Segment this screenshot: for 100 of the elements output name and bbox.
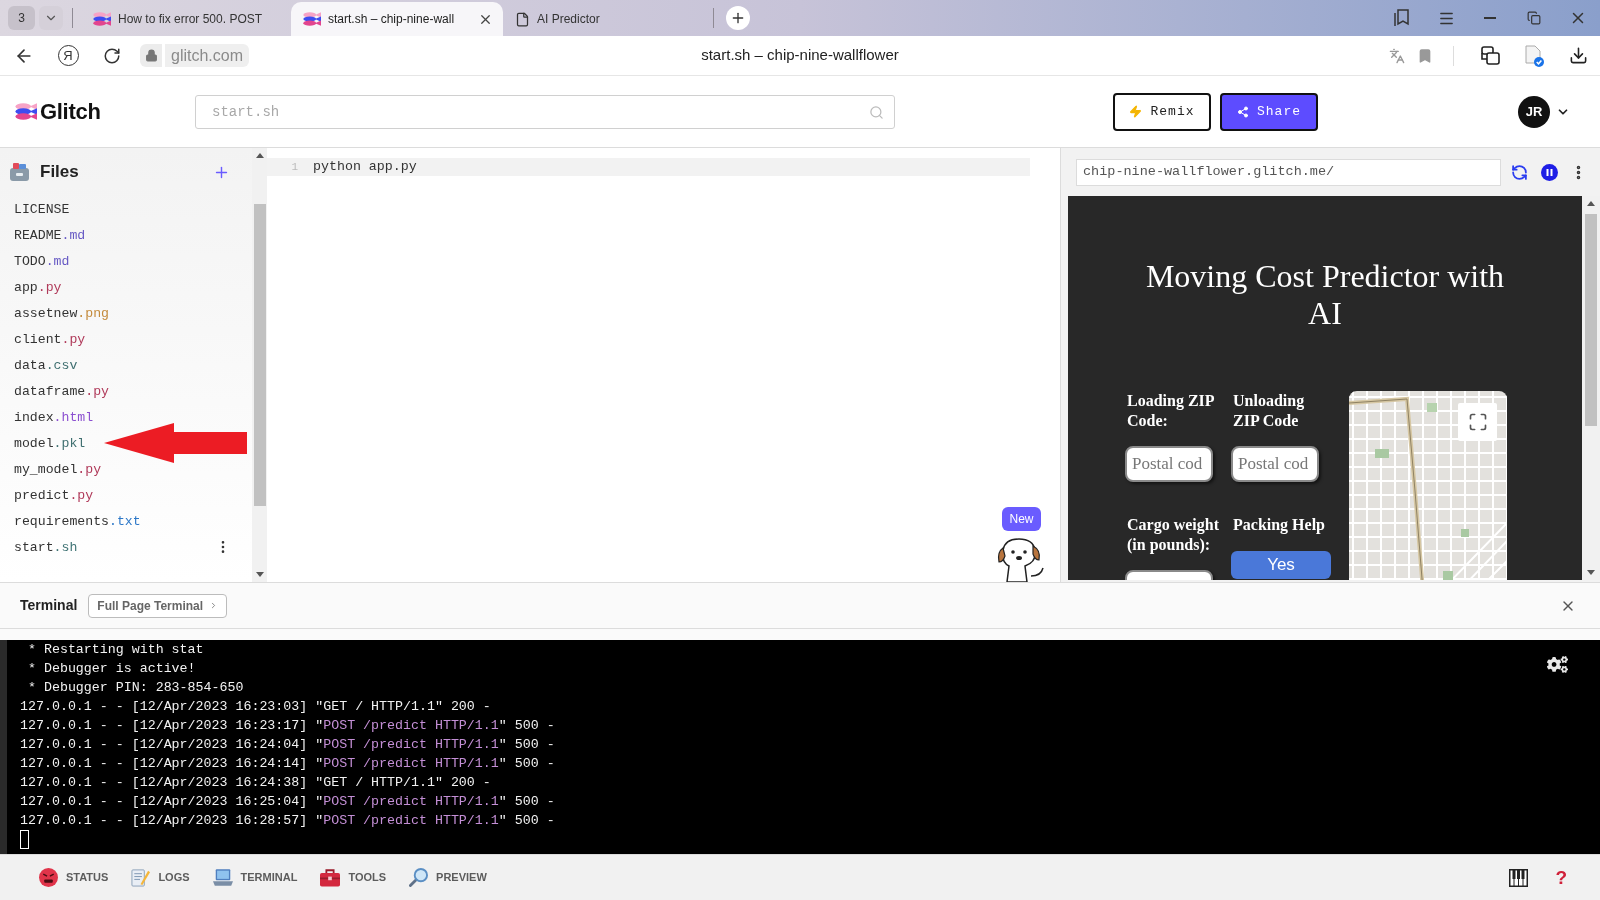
- full-page-terminal-button[interactable]: Full Page Terminal: [88, 593, 228, 618]
- status-bar-item[interactable]: TERMINAL: [212, 869, 298, 886]
- lightning-icon: [1129, 105, 1143, 118]
- new-badge[interactable]: New: [1002, 507, 1041, 531]
- scroll-down-icon[interactable]: [1587, 570, 1595, 575]
- document-check-icon: [1524, 44, 1544, 67]
- status-bar-item[interactable]: TOOLS: [320, 868, 387, 887]
- browser-tab[interactable]: AI Predictor: [503, 2, 713, 36]
- search-icon: [869, 104, 884, 120]
- scrollbar-thumb[interactable]: [253, 204, 266, 506]
- glitch-logo-text[interactable]: Glitch: [40, 95, 101, 128]
- lock-icon: [144, 49, 158, 62]
- browser-tab[interactable]: start.sh – chip-nine-wall: [291, 2, 503, 36]
- scroll-up-icon[interactable]: [1587, 201, 1595, 206]
- terminal-title: Terminal: [20, 596, 78, 615]
- file-item[interactable]: dataframe.py: [14, 383, 109, 399]
- restore-icon: [1527, 11, 1541, 25]
- terminal-line: 127.0.0.1 - - [12/Apr/2023 16:24:04] "POST /predict HTTP/1.1" 500 -: [20, 736, 556, 754]
- fish-logo-icon: [15, 103, 37, 120]
- file-cabinet-icon: [9, 162, 30, 182]
- fish-logo-icon: [303, 12, 321, 26]
- tabs-icon: [1394, 9, 1410, 27]
- reload-icon: [103, 46, 121, 65]
- pause-icon[interactable]: [1541, 163, 1558, 181]
- scroll-down-icon[interactable]: [255, 572, 264, 577]
- scrollbar-thumb[interactable]: [1585, 214, 1597, 426]
- page-title: start.sh – chip-nine-wallflower: [700, 45, 900, 66]
- lock-badge[interactable]: [140, 44, 162, 67]
- file-item[interactable]: requirements.txt: [14, 513, 141, 529]
- piano-button[interactable]: [1507, 866, 1530, 889]
- terminal-line: 127.0.0.1 - - [12/Apr/2023 16:28:57] "POST /predict HTTP/1.1" 500 -: [20, 812, 556, 830]
- file-item[interactable]: start.sh: [14, 539, 78, 555]
- terminal-line: 127.0.0.1 - - [12/Apr/2023 16:25:04] "POST /predict HTTP/1.1" 500 -: [20, 793, 556, 811]
- fish-logo-icon: [93, 12, 111, 26]
- cursor-icon: [20, 830, 29, 849]
- help-button[interactable]: ?: [1555, 868, 1567, 887]
- search-field[interactable]: start.sh: [195, 94, 895, 129]
- piano-keys-icon: [1508, 868, 1528, 887]
- tab-title: AI Predictor: [537, 11, 600, 28]
- remix-button[interactable]: Remix: [1113, 92, 1211, 131]
- file-item[interactable]: model.pkl: [14, 435, 86, 451]
- file-item[interactable]: index.html: [14, 409, 94, 425]
- user-avatar[interactable]: JR: [1518, 95, 1550, 128]
- files-title: Files: [40, 161, 79, 184]
- app-title: Moving Cost Predictor with AI: [1144, 258, 1506, 332]
- collections-icon: [1480, 46, 1500, 65]
- document-icon: [515, 11, 530, 27]
- file-item[interactable]: data.csv: [14, 357, 78, 373]
- plus-icon: [730, 10, 746, 26]
- download-icon: [1568, 46, 1588, 65]
- file-item[interactable]: my_model.py: [14, 461, 102, 477]
- file-item[interactable]: TODO.md: [14, 253, 70, 269]
- new-tab-button[interactable]: [726, 6, 750, 30]
- scrollbar-track[interactable]: [252, 148, 267, 582]
- dog-drawing[interactable]: [995, 536, 1047, 582]
- fullscreen-button[interactable]: [1458, 403, 1497, 441]
- scroll-up-icon[interactable]: [255, 153, 264, 158]
- notepad-icon: [131, 868, 151, 887]
- minimize-icon: [1484, 17, 1496, 19]
- terminal-output[interactable]: [0, 640, 1600, 854]
- tab-title: How to fix error 500. POST: [118, 11, 263, 28]
- terminal-line: 127.0.0.1 - - [12/Apr/2023 16:23:17] "POST /predict HTTP/1.1" 500 -: [20, 717, 556, 735]
- tab-counter[interactable]: 3: [8, 6, 35, 30]
- angry-face-icon: [39, 868, 58, 887]
- status-bar-item[interactable]: STATUS: [39, 868, 109, 887]
- tab-title: start.sh – chip-nine-wall: [328, 11, 455, 28]
- fullscreen-icon: [1467, 412, 1488, 432]
- file-item[interactable]: client.py: [14, 331, 86, 347]
- share-icon: [1237, 105, 1249, 118]
- field-label: Cargo weight (in pounds):: [1126, 515, 1220, 555]
- terminal-line: * Debugger is active!: [26, 660, 197, 678]
- browser-tab[interactable]: How to fix error 500. POST: [81, 2, 291, 36]
- input-field[interactable]: Postal cod: [1125, 446, 1213, 482]
- terminal-line: * Debugger PIN: 283-854-650: [26, 679, 245, 697]
- terminal-line: * Restarting with stat: [26, 641, 205, 659]
- file-item[interactable]: LICENSE: [14, 201, 70, 217]
- toolbox-icon: [320, 868, 341, 887]
- laptop-icon: [212, 869, 233, 886]
- magnifier-icon: [409, 868, 429, 887]
- url-field[interactable]: chip-nine-wallflower.glitch.me/: [1076, 158, 1501, 186]
- terminal-line: 127.0.0.1 - - [12/Apr/2023 16:24:38] "GET / HTTP/1.1" 200 -: [20, 774, 492, 792]
- status-bar-item[interactable]: LOGS: [131, 868, 190, 887]
- file-item[interactable]: predict.py: [14, 487, 94, 503]
- tab-list-button[interactable]: [39, 6, 63, 30]
- file-item[interactable]: assetnew.png: [14, 305, 109, 321]
- bookmark-icon: [1417, 47, 1433, 64]
- input-field[interactable]: Postal cod: [1231, 446, 1319, 482]
- field-label: Loading ZIP Code:: [1126, 391, 1215, 431]
- settings-icon[interactable]: [1547, 654, 1568, 675]
- terminal-line: 127.0.0.1 - - [12/Apr/2023 16:24:14] "POST /predict HTTP/1.1" 500 -: [20, 755, 556, 773]
- file-item[interactable]: app.py: [14, 279, 62, 295]
- translate-icon: [1389, 47, 1405, 64]
- field-label: Packing Help: [1232, 515, 1326, 535]
- status-bar-item[interactable]: PREVIEW: [409, 868, 487, 887]
- share-button[interactable]: Share: [1220, 92, 1318, 131]
- file-item[interactable]: README.md: [14, 227, 86, 243]
- field-label: Unloading ZIP Code: [1232, 391, 1306, 431]
- yes-button[interactable]: Yes: [1231, 551, 1331, 579]
- refresh-icon[interactable]: [1511, 163, 1528, 181]
- terminal-line: 127.0.0.1 - - [12/Apr/2023 16:23:03] "GET / HTTP/1.1" 200 -: [20, 698, 492, 716]
